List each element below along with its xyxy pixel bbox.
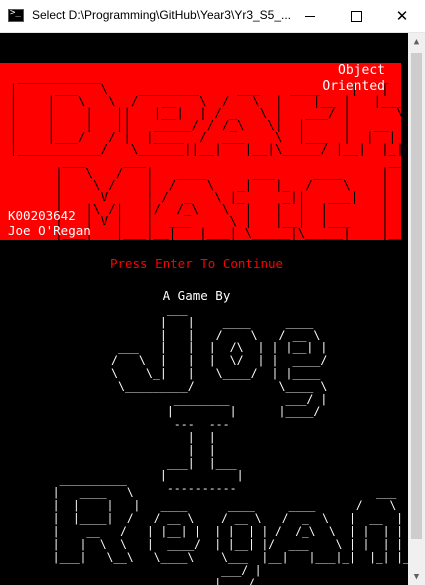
scroll-down-arrow-icon[interactable]: ▼ xyxy=(408,568,425,585)
regan-ascii-art: __________ | ____ \ ___ | | | | ____ ___… xyxy=(52,473,408,585)
console-window: >_ Select D:\Programming\GitHub\Year3\Yr… xyxy=(0,0,425,585)
minimize-icon xyxy=(305,15,315,17)
scroll-up-arrow-icon[interactable]: ▲ xyxy=(408,33,425,50)
press-enter-prompt: Press Enter To Continue xyxy=(109,256,284,271)
window-title: Select D:\Programming\GitHub\Year3\Yr3_S… xyxy=(32,8,292,22)
a-game-by-label: A Game By xyxy=(162,288,231,303)
scrollbar-thumb[interactable] xyxy=(411,53,422,539)
title-banner: ___________ ___ | ___ \ ________ ___ ___… xyxy=(0,63,408,240)
student-info: K00203642 Joe O'Regan xyxy=(8,208,91,238)
console-icon[interactable]: >_ xyxy=(8,8,24,22)
author-name: Joe O'Regan xyxy=(8,223,91,238)
vertical-scrollbar[interactable]: ▲ ▼ xyxy=(408,33,425,585)
close-button[interactable]: ✕ xyxy=(379,0,425,32)
title-bar[interactable]: >_ Select D:\Programming\GitHub\Year3\Yr… xyxy=(0,0,425,33)
maximize-button[interactable] xyxy=(333,0,379,32)
minimize-button[interactable] xyxy=(287,0,333,32)
close-icon: ✕ xyxy=(395,6,409,25)
console-output[interactable]: ___________ ___ | ___ \ ________ ___ ___… xyxy=(0,33,408,585)
maximize-icon xyxy=(350,10,362,22)
student-id: K00203642 xyxy=(8,208,76,223)
joe-ascii-art: ___ | | ____ ____ | | / \ / __ \ ___ | |… xyxy=(110,302,328,496)
subtitle-text: Object Oriented xyxy=(322,63,385,94)
